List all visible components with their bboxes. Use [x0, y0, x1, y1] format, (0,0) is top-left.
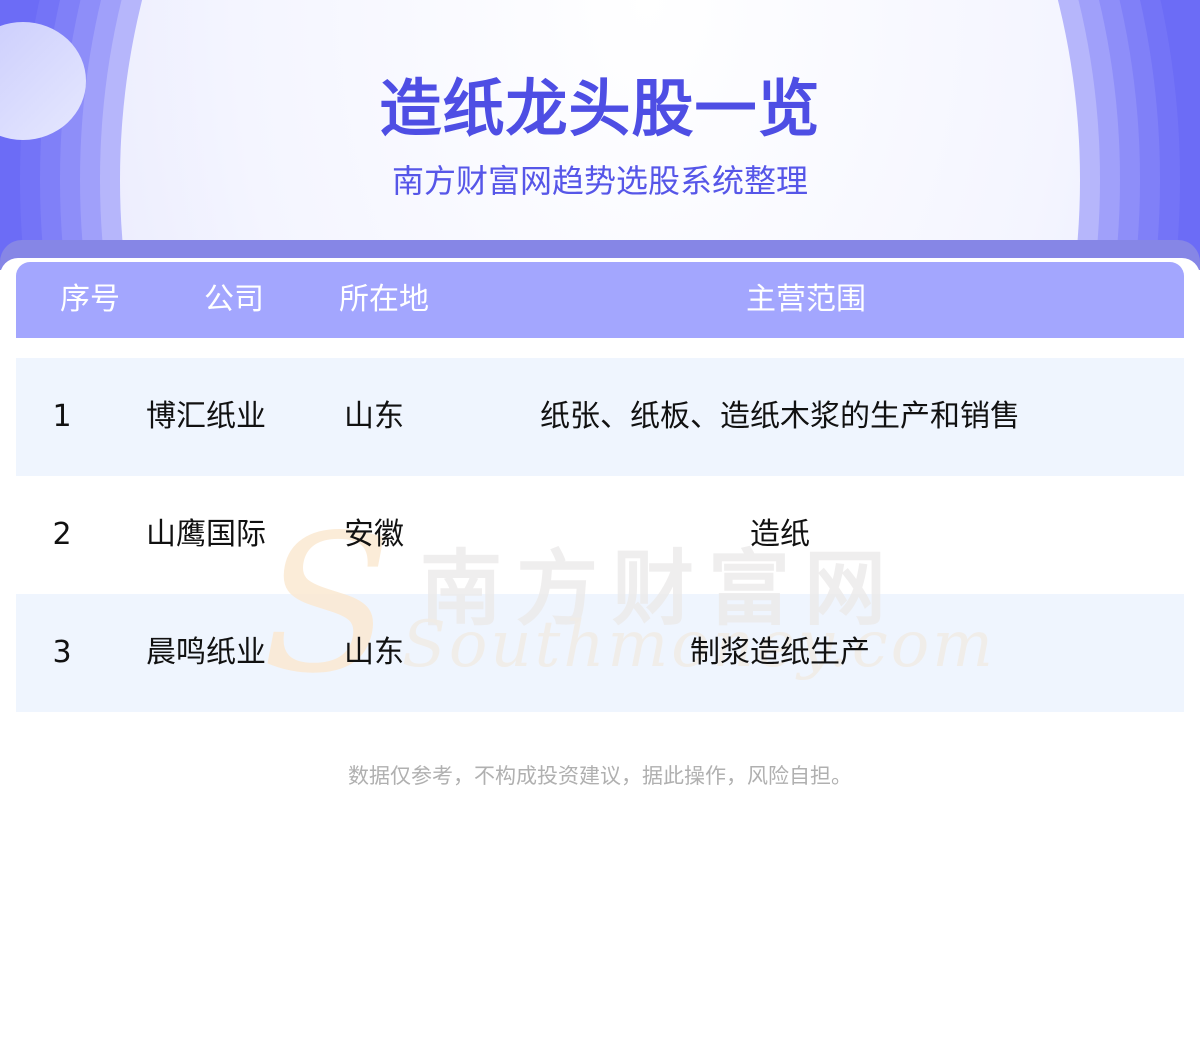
- table-row-2: 2 山鹰国际 安徽 造纸: [16, 476, 1184, 594]
- table-header: 序号 公司 所在地 主营范围: [16, 262, 1184, 338]
- header-banner: 造纸龙头股一览 南方财富网趋势选股系统整理: [0, 0, 1200, 270]
- column-header-location: 所在地: [339, 282, 429, 317]
- cell-location: 安徽: [344, 517, 404, 552]
- cell-company: 山鹰国际: [146, 517, 266, 552]
- cell-location: 山东: [344, 635, 404, 670]
- column-header-index: 序号: [60, 282, 120, 317]
- cell-scope: 纸张、纸板、造纸木浆的生产和销售: [540, 399, 1020, 434]
- cell-scope: 造纸: [750, 517, 810, 552]
- page-title: 造纸龙头股一览: [379, 72, 821, 145]
- cell-index: 3: [52, 635, 72, 670]
- table-row-1: 1 博汇纸业 山东 纸张、纸板、造纸木浆的生产和销售: [16, 358, 1184, 476]
- cell-index: 2: [52, 517, 72, 552]
- cell-scope: 制浆造纸生产: [690, 635, 870, 670]
- cell-company: 博汇纸业: [146, 399, 266, 434]
- page-subtitle: 南方财富网趋势选股系统整理: [391, 162, 808, 200]
- cell-index: 1: [52, 399, 72, 434]
- cell-location: 山东: [344, 399, 404, 434]
- cell-company: 晨鸣纸业: [146, 635, 266, 670]
- column-header-company: 公司: [204, 282, 264, 317]
- disclaimer-text: 数据仅参考，不构成投资建议，据此操作，风险自担。: [348, 764, 852, 788]
- table-row-3: 3 晨鸣纸业 山东 制浆造纸生产: [16, 594, 1184, 712]
- column-header-scope: 主营范围: [746, 282, 866, 317]
